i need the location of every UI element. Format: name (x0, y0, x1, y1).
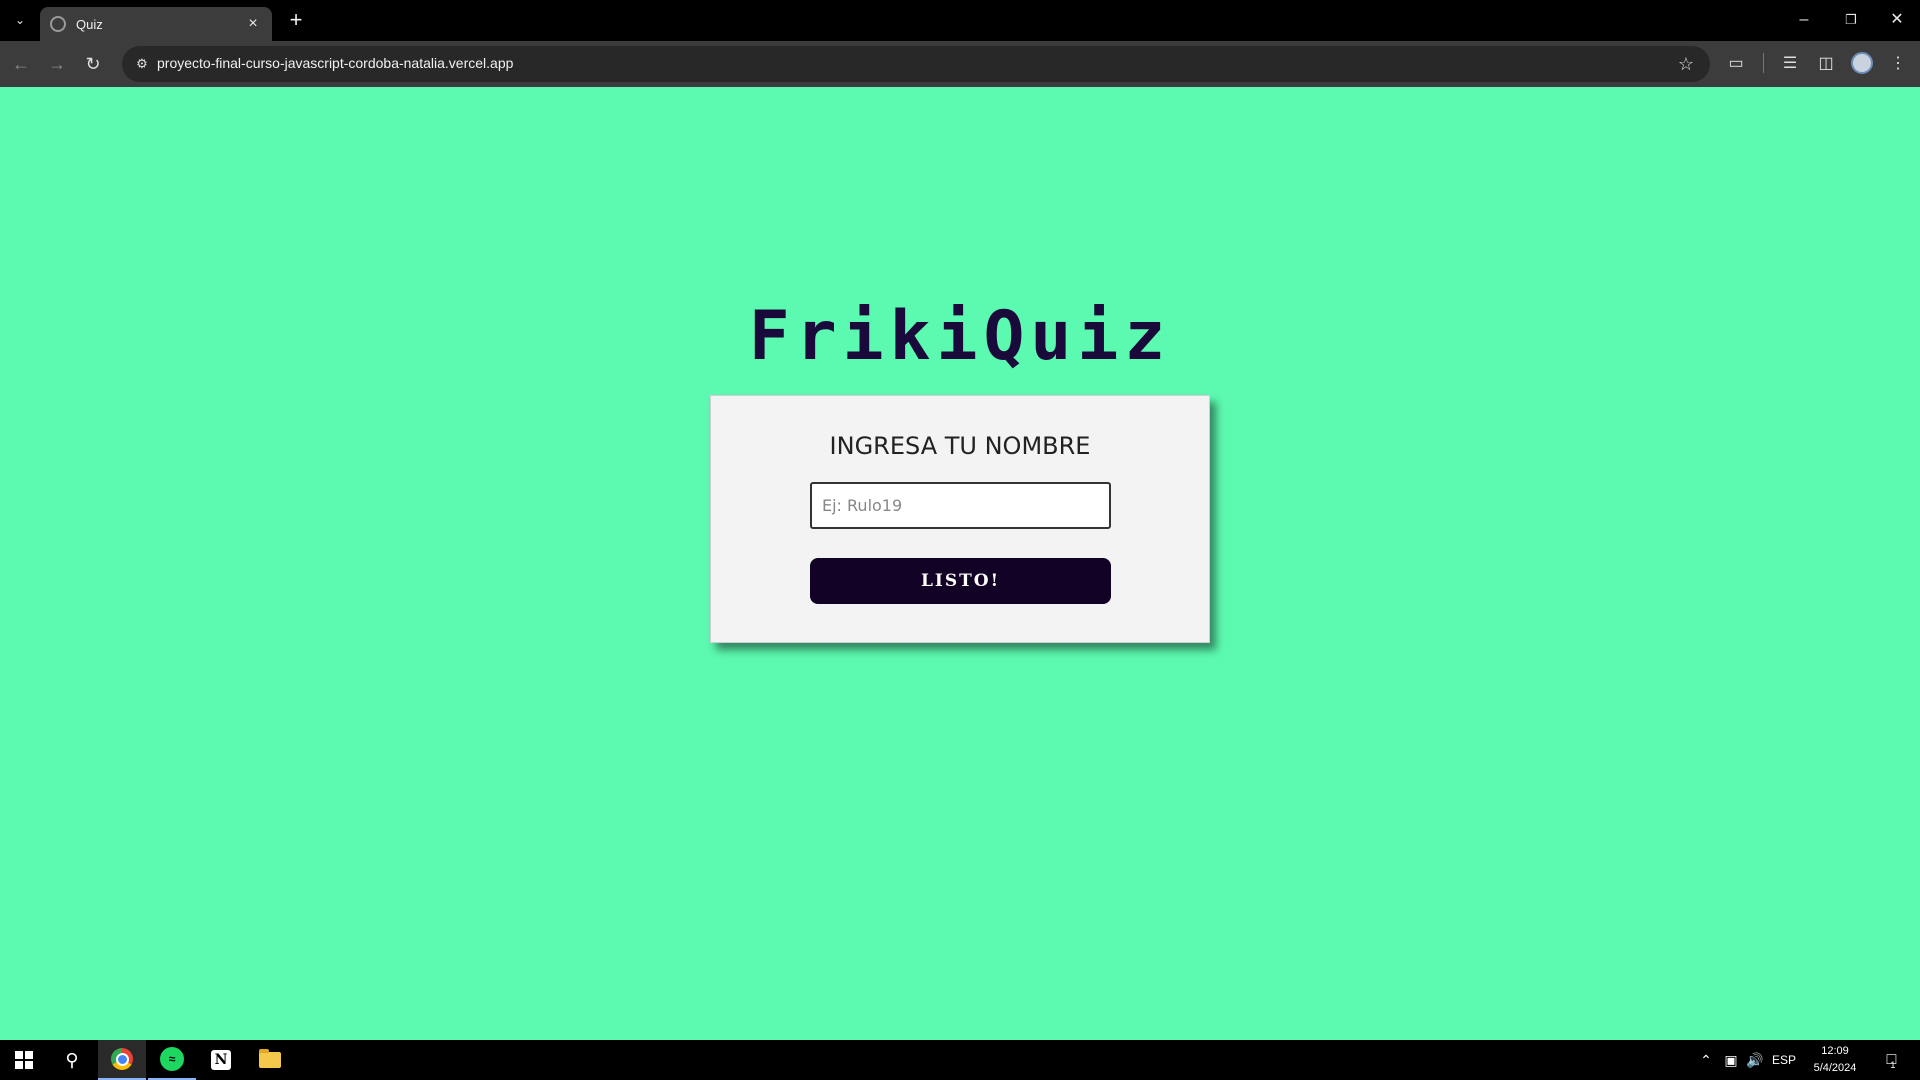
clock-date: 5/4/2024 (1813, 1062, 1857, 1074)
browser-tab[interactable]: Quiz × (40, 7, 272, 41)
page-viewport: FrikiQuiz INGRESA TU NOMBRE LISTO! (0, 87, 1920, 1040)
network-icon[interactable]: ▣ (1720, 1040, 1742, 1080)
chrome-taskbar-icon[interactable] (98, 1040, 146, 1080)
logo-title: FrikiQuiz (748, 297, 1172, 376)
url-text: proyecto-final-curso-javascript-cordoba-… (157, 55, 514, 71)
tab-search-icon[interactable]: ⌄ (8, 8, 32, 32)
forward-icon[interactable]: → (45, 52, 69, 76)
notification-count: 1 (1890, 1060, 1896, 1070)
name-input[interactable] (810, 482, 1111, 529)
notion-taskbar-icon[interactable]: N (197, 1040, 245, 1080)
address-bar[interactable]: ⚙ proyecto-final-curso-javascript-cordob… (122, 46, 1710, 82)
browser-tab-bar: ⌄ Quiz × + – ❐ ✕ (0, 0, 1920, 41)
profile-avatar[interactable] (1851, 52, 1873, 74)
side-panel-icon[interactable]: ◫ (1814, 52, 1838, 76)
restore-icon[interactable]: ❐ (1836, 8, 1866, 32)
tab-title: Quiz (76, 16, 103, 32)
clock-time: 12:09 (1821, 1045, 1849, 1057)
extensions-icon[interactable]: ▭ (1724, 52, 1748, 76)
more-menu-icon[interactable]: ⋮ (1886, 52, 1910, 76)
show-hidden-icons-icon[interactable]: ⌃ (1696, 1040, 1716, 1080)
ready-button[interactable]: LISTO! (810, 558, 1111, 604)
new-tab-icon[interactable]: + (283, 8, 309, 34)
system-clock[interactable]: 12:09 5/4/2024 (1800, 1043, 1870, 1077)
back-icon[interactable]: ← (9, 52, 33, 76)
taskbar: ⚲ ≈ N ⌃ ▣ 🔊 ESP 12:09 5/4/2024 □ 1 (0, 1040, 1920, 1080)
minimize-icon[interactable]: – (1789, 8, 1819, 32)
spotify-taskbar-icon[interactable]: ≈ (148, 1040, 196, 1080)
favicon-icon (50, 16, 66, 32)
language-indicator[interactable]: ESP (1770, 1040, 1798, 1080)
card-title: INGRESA TU NOMBRE (829, 432, 1091, 460)
reload-icon[interactable]: ↻ (81, 52, 105, 76)
tab-close-icon[interactable]: × (244, 15, 262, 33)
browser-toolbar: ← → ↻ ⚙ proyecto-final-curso-javascript-… (0, 41, 1920, 87)
toolbar-separator (1763, 53, 1764, 73)
file-explorer-icon[interactable] (246, 1040, 294, 1080)
volume-icon[interactable]: 🔊 (1744, 1040, 1766, 1080)
name-card: INGRESA TU NOMBRE LISTO! (710, 395, 1210, 643)
windows-start-icon[interactable] (0, 1040, 48, 1080)
media-icon[interactable]: ☰ (1778, 52, 1802, 76)
search-icon[interactable]: ⚲ (48, 1040, 96, 1080)
site-info-icon[interactable]: ⚙ (132, 54, 152, 74)
notification-center-icon[interactable]: □ 1 (1876, 1040, 1906, 1080)
close-window-icon[interactable]: ✕ (1882, 8, 1912, 32)
bookmark-star-icon[interactable]: ☆ (1674, 52, 1698, 76)
